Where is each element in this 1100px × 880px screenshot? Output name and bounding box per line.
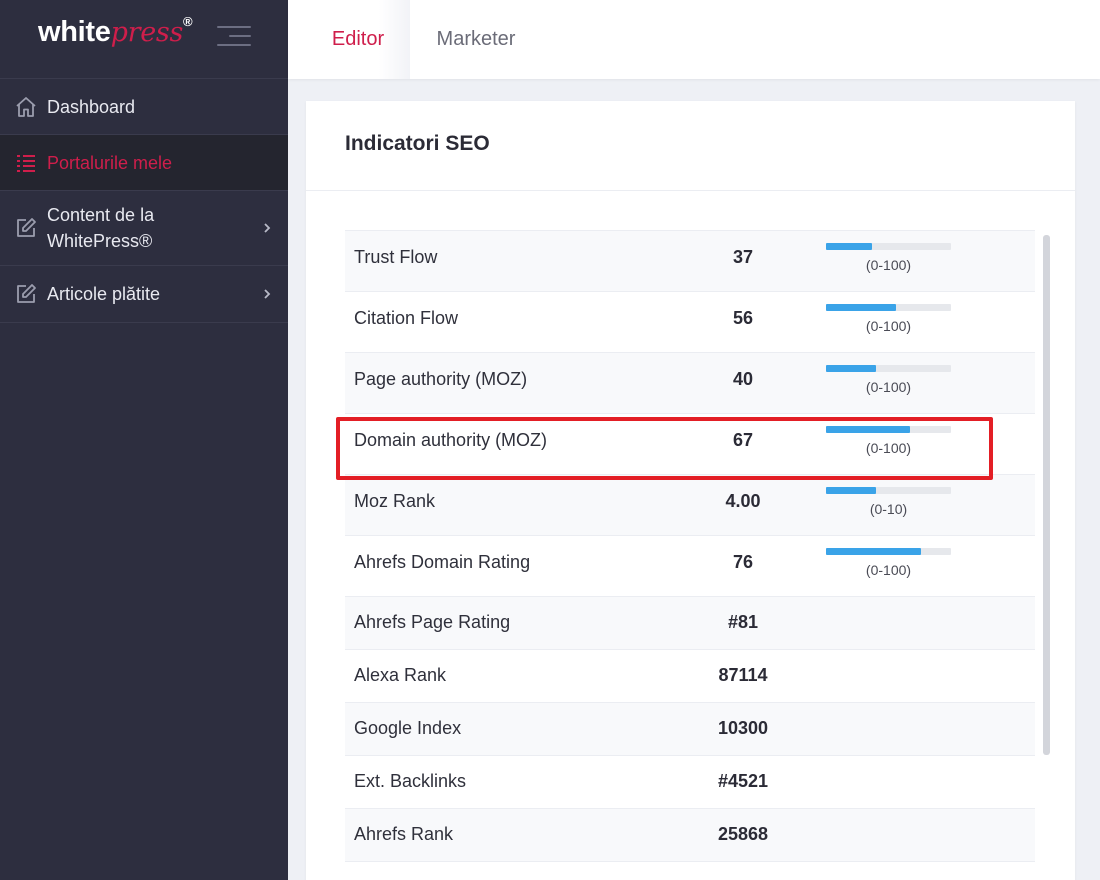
tab-marketer[interactable]: Marketer	[414, 0, 538, 79]
table-row: Trust Flow 37 (0-100)	[345, 231, 1035, 292]
range-label: (0-100)	[865, 562, 912, 578]
row-label: Citation Flow	[354, 308, 459, 328]
whitepress-logo[interactable]: whitepress®	[38, 14, 193, 49]
range-label: (0-10)	[869, 501, 908, 517]
table-row: Ahrefs Domain Rating 76 (0-100)	[345, 536, 1035, 597]
row-label: Ext. Backlinks	[354, 771, 467, 791]
score-meter: (0-100)	[826, 365, 951, 395]
row-label: Domain authority (MOZ)	[354, 430, 548, 450]
score-meter: (0-10)	[826, 487, 951, 517]
tab-editor[interactable]: Editor	[306, 0, 410, 79]
row-value: 37	[732, 247, 754, 267]
scrollbar[interactable]	[1043, 235, 1050, 755]
progress-bar-track	[826, 304, 951, 311]
row-label: Ahrefs Domain Rating	[354, 552, 531, 572]
table-row: Moz Rank 4.00 (0-10)	[345, 475, 1035, 536]
top-bar: Editor Marketer	[288, 0, 1100, 79]
row-value: 4.00	[725, 491, 761, 511]
brand-header: whitepress®	[0, 0, 288, 79]
sidebar-item-portalurile-mele[interactable]: Portalurile mele	[0, 135, 288, 191]
sidebar-item-label: Content de la WhitePress®	[47, 205, 155, 251]
range-label: (0-100)	[865, 379, 912, 395]
score-meter: (0-100)	[826, 243, 951, 273]
range-label: (0-100)	[865, 440, 912, 456]
card-title: Indicatori SEO	[345, 132, 490, 155]
sidebar-item-articole-platite[interactable]: Articole plătite	[0, 266, 288, 323]
table-row: Ahrefs Page Rating #81	[345, 597, 1035, 650]
row-value: 40	[732, 369, 754, 389]
sidebar-item-label: Articole plătite	[47, 284, 161, 304]
progress-bar-fill	[826, 304, 896, 311]
progress-bar-fill	[826, 426, 910, 433]
row-value: #4521	[717, 771, 769, 791]
seo-table: Trust Flow 37 (0-100) Citation Flow 56 (0-100…	[345, 230, 1035, 862]
score-meter: (0-100)	[826, 426, 951, 456]
progress-bar-track	[826, 243, 951, 250]
sidebar: whitepress® Dashboard Portalurile mele C…	[0, 0, 288, 880]
row-label: Google Index	[354, 718, 462, 738]
row-value: 25868	[717, 824, 769, 844]
row-label: Trust Flow	[354, 247, 438, 267]
home-icon	[16, 96, 36, 117]
row-label: Alexa Rank	[354, 665, 447, 685]
sidebar-item-label: Dashboard	[47, 96, 136, 117]
progress-bar-fill	[826, 365, 876, 372]
row-value: 87114	[718, 665, 768, 685]
edit-icon	[17, 218, 36, 237]
list-icon	[17, 154, 35, 172]
score-meter: (0-100)	[826, 304, 951, 334]
row-value: 10300	[717, 718, 769, 738]
progress-bar-fill	[826, 548, 921, 555]
chevron-right-icon	[264, 223, 271, 233]
card-header: Indicatori SEO	[306, 101, 1075, 191]
row-label: Ahrefs Rank	[354, 824, 454, 844]
table-row: Ext. Backlinks #4521	[345, 756, 1035, 809]
progress-bar-track	[826, 548, 951, 555]
row-label: Page authority (MOZ)	[354, 369, 528, 389]
progress-bar-track	[826, 487, 951, 494]
row-label: Moz Rank	[354, 491, 436, 511]
table-row: Page authority (MOZ) 40 (0-100)	[345, 353, 1035, 414]
sidebar-item-dashboard[interactable]: Dashboard	[0, 79, 288, 135]
row-label: Ahrefs Page Rating	[354, 612, 511, 632]
table-row: Citation Flow 56 (0-100)	[345, 292, 1035, 353]
seo-indicators-card: Indicatori SEO Trust Flow 37 (0-100) Citati…	[306, 101, 1075, 880]
sidebar-item-content-whitepress[interactable]: Content de la WhitePress®	[0, 191, 288, 266]
row-value: 76	[732, 552, 754, 572]
row-value: 67	[732, 430, 754, 450]
table-row: Google Index 10300	[345, 703, 1035, 756]
chevron-right-icon	[264, 289, 271, 299]
sidebar-item-label: Portalurile mele	[47, 152, 173, 173]
row-value: #81	[727, 612, 759, 632]
table-row: Domain authority (MOZ) 67 (0-100)	[345, 414, 1035, 475]
edit-icon	[17, 284, 36, 303]
progress-bar-fill	[826, 243, 873, 250]
range-label: (0-100)	[865, 257, 912, 273]
progress-bar-fill	[826, 487, 876, 494]
progress-bar-track	[826, 365, 951, 372]
menu-toggle-icon[interactable]	[217, 26, 251, 46]
table-row: Ahrefs Rank 25868	[345, 809, 1035, 862]
progress-bar-track	[826, 426, 951, 433]
table-row: Alexa Rank 87114	[345, 650, 1035, 703]
score-meter: (0-100)	[826, 548, 951, 578]
range-label: (0-100)	[865, 318, 912, 334]
row-value: 56	[732, 308, 754, 328]
